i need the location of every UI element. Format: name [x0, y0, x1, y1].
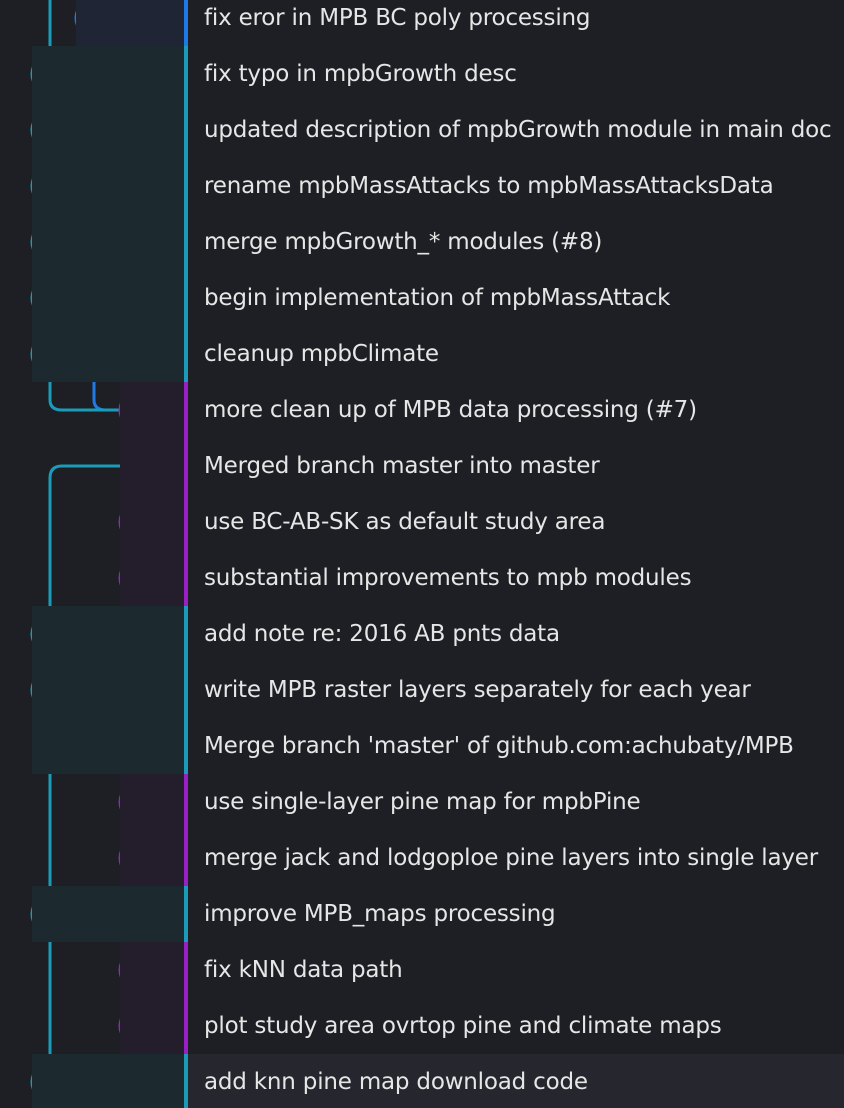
commit-row[interactable]: add note re: 2016 AB pnts data: [0, 606, 844, 662]
commit-message: Merged branch master into master: [204, 453, 600, 479]
commit-row[interactable]: write MPB raster layers separately for e…: [0, 662, 844, 718]
row-lane-highlight: [120, 494, 184, 550]
row-lane-highlight: [120, 550, 184, 606]
branch-color-bar: [184, 214, 188, 270]
commit-row[interactable]: improve MPB_maps processing: [0, 886, 844, 942]
commit-graph-panel: fix eror in MPB BC poly processing fix ty…: [0, 0, 844, 1108]
commit-row[interactable]: begin implementation of mpbMassAttack: [0, 270, 844, 326]
branch-color-bar: [184, 550, 188, 606]
commit-message: add note re: 2016 AB pnts data: [204, 621, 560, 647]
commit-message: begin implementation of mpbMassAttack: [204, 285, 671, 311]
row-lane-highlight: [32, 214, 184, 270]
branch-color-bar: [184, 382, 188, 438]
commit-message: fix kNN data path: [204, 957, 403, 983]
commit-row[interactable]: Merge branch 'master' of github.com:achu…: [0, 718, 844, 774]
branch-color-bar: [184, 662, 188, 718]
commit-row[interactable]: use single-layer pine map for mpbPine: [0, 774, 844, 830]
commit-row[interactable]: add knn pine map download code: [0, 1054, 844, 1108]
row-lane-highlight: [120, 382, 184, 438]
commit-message: Merge branch 'master' of github.com:achu…: [204, 733, 794, 759]
row-lane-highlight: [120, 998, 184, 1054]
branch-color-bar: [184, 774, 188, 830]
branch-color-bar: [184, 830, 188, 886]
branch-color-bar: [184, 0, 188, 46]
commit-message: merge jack and lodgoploe pine layers int…: [204, 845, 818, 871]
commit-message: more clean up of MPB data processing (#7…: [204, 397, 697, 423]
commit-row[interactable]: substantial improvements to mpb modules: [0, 550, 844, 606]
commit-message: fix typo in mpbGrowth desc: [204, 61, 517, 87]
branch-color-bar: [184, 270, 188, 326]
branch-color-bar: [184, 102, 188, 158]
row-lane-highlight: [32, 1054, 184, 1108]
branch-color-bar: [184, 438, 188, 494]
commit-row[interactable]: merge mpbGrowth_* modules (#8): [0, 214, 844, 270]
commit-row[interactable]: Merged branch master into master: [0, 438, 844, 494]
commit-row[interactable]: merge jack and lodgoploe pine layers int…: [0, 830, 844, 886]
branch-color-bar: [184, 1054, 188, 1108]
commit-message: substantial improvements to mpb modules: [204, 565, 692, 591]
commit-row[interactable]: fix eror in MPB BC poly processing: [0, 0, 844, 46]
commit-message: use BC-AB-SK as default study area: [204, 509, 606, 535]
row-lane-highlight: [120, 438, 184, 494]
row-lane-highlight: [32, 662, 184, 718]
branch-color-bar: [184, 326, 188, 382]
row-lane-highlight: [32, 46, 184, 102]
commit-message: rename mpbMassAttacks to mpbMassAttacksD…: [204, 173, 774, 199]
commit-message: fix eror in MPB BC poly processing: [204, 5, 591, 31]
row-lane-highlight: [32, 886, 184, 942]
branch-color-bar: [184, 158, 188, 214]
commit-row[interactable]: plot study area ovrtop pine and climate …: [0, 998, 844, 1054]
commit-row[interactable]: more clean up of MPB data processing (#7…: [0, 382, 844, 438]
row-lane-highlight: [32, 606, 184, 662]
row-lane-highlight: [32, 102, 184, 158]
commit-message: merge mpbGrowth_* modules (#8): [204, 229, 603, 255]
branch-color-bar: [184, 494, 188, 550]
commit-message: write MPB raster layers separately for e…: [204, 677, 751, 703]
row-lane-highlight: [120, 774, 184, 830]
branch-color-bar: [184, 886, 188, 942]
commit-message: cleanup mpbClimate: [204, 341, 439, 367]
branch-color-bar: [184, 46, 188, 102]
commit-row[interactable]: fix kNN data path: [0, 942, 844, 998]
commit-row[interactable]: rename mpbMassAttacks to mpbMassAttacksD…: [0, 158, 844, 214]
commit-row[interactable]: cleanup mpbClimate: [0, 326, 844, 382]
commit-row[interactable]: updated description of mpbGrowth module …: [0, 102, 844, 158]
row-lane-highlight: [120, 830, 184, 886]
row-lane-highlight: [120, 942, 184, 998]
commit-row[interactable]: use BC-AB-SK as default study area: [0, 494, 844, 550]
row-lane-highlight: [32, 718, 184, 774]
commit-message: plot study area ovrtop pine and climate …: [204, 1013, 722, 1039]
row-lane-highlight: [32, 158, 184, 214]
commit-message: add knn pine map download code: [204, 1069, 588, 1095]
row-lane-highlight: [32, 326, 184, 382]
commit-message: use single-layer pine map for mpbPine: [204, 789, 641, 815]
row-lane-highlight: [32, 270, 184, 326]
row-lane-highlight: [76, 0, 184, 46]
branch-color-bar: [184, 998, 188, 1054]
branch-color-bar: [184, 606, 188, 662]
commit-message: improve MPB_maps processing: [204, 901, 556, 927]
commit-row[interactable]: fix typo in mpbGrowth desc: [0, 46, 844, 102]
commit-message: updated description of mpbGrowth module …: [204, 117, 832, 143]
branch-color-bar: [184, 942, 188, 998]
branch-color-bar: [184, 718, 188, 774]
